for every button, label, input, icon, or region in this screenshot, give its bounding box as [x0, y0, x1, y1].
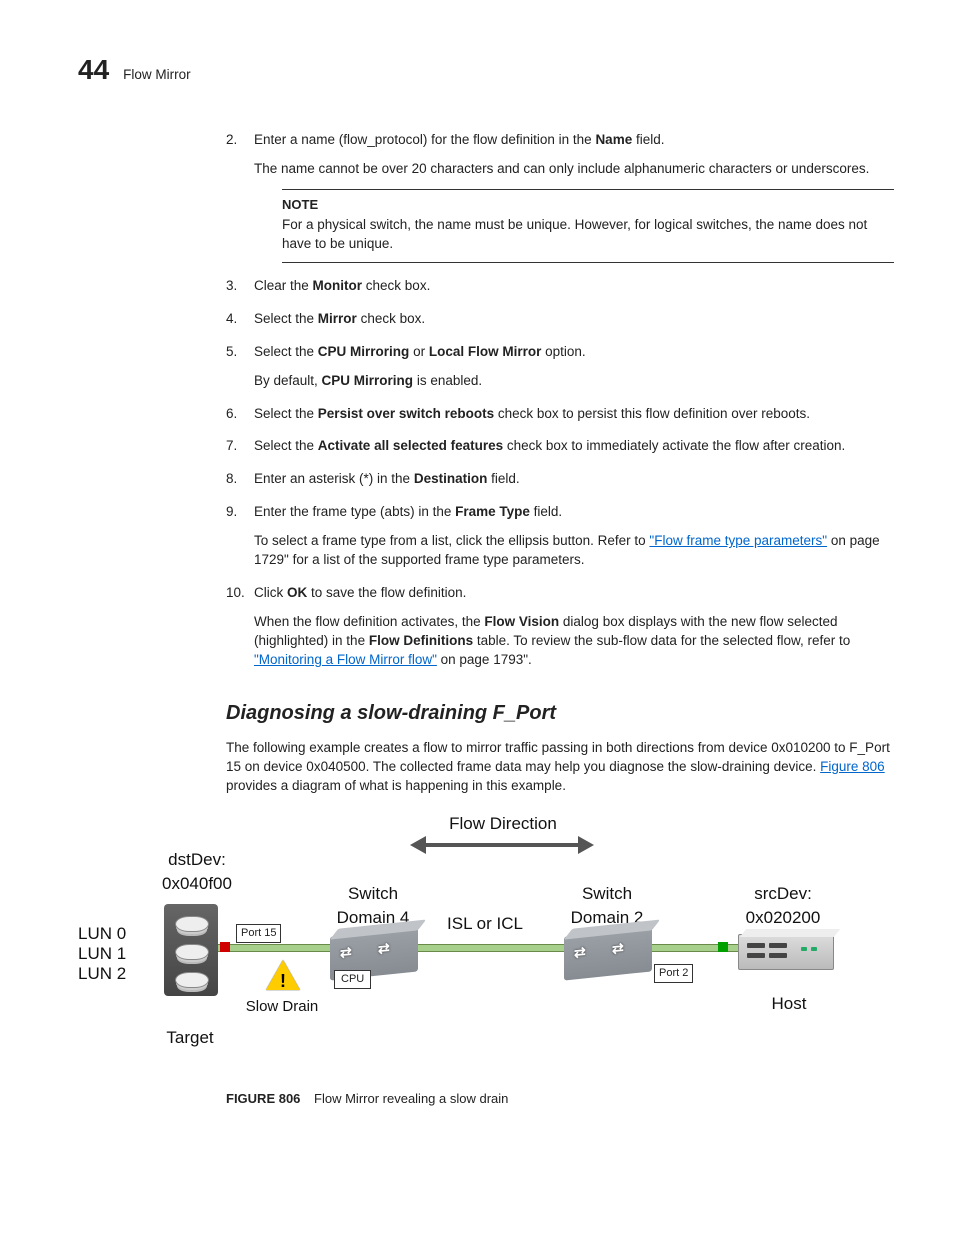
step-text: Clear the Monitor check box.: [254, 278, 430, 293]
host-icon: [738, 934, 834, 970]
figure-806-diagram: Flow Direction dstDev: 0x040f00 LUN 0 LU…: [78, 812, 878, 1072]
step-detail: When the flow definition activates, the …: [254, 613, 894, 670]
isl-label: ISL or ICL: [440, 912, 530, 936]
section-title: Flow Mirror: [123, 66, 191, 85]
target-label: Target: [160, 1026, 220, 1050]
step-num: 9.: [226, 503, 237, 522]
step-text: Enter an asterisk (*) in the Destination…: [254, 471, 520, 486]
subsection-paragraph: The following example creates a flow to …: [226, 739, 894, 796]
step-num: 2.: [226, 131, 237, 150]
slow-drain-label: Slow Drain: [238, 996, 326, 1017]
step-text: Select the Activate all selected feature…: [254, 438, 845, 453]
figure-caption-text: Flow Mirror revealing a slow drain: [314, 1091, 508, 1106]
step-detail: To select a frame type from a list, clic…: [254, 532, 894, 570]
step-6: 6. Select the Persist over switch reboot…: [226, 405, 894, 424]
step-text: Enter the frame type (abts) in the Frame…: [254, 504, 562, 519]
step-text: Select the CPU Mirroring or Local Flow M…: [254, 344, 586, 359]
step-num: 6.: [226, 405, 237, 424]
figure-label: FIGURE 806: [226, 1091, 300, 1106]
red-port-icon: [220, 942, 230, 952]
step-text: Select the Persist over switch reboots c…: [254, 406, 810, 421]
cpu-label: CPU: [334, 970, 371, 989]
switch2-icon: ⇄ ⇄: [564, 927, 652, 980]
note-box: NOTE For a physical switch, the name mus…: [282, 189, 894, 263]
step-list: 2. Enter a name (flow_protocol) for the …: [226, 131, 894, 669]
step-7: 7. Select the Activate all selected feat…: [226, 437, 894, 456]
arrow-left-icon: [410, 836, 426, 854]
step-text: Select the Mirror check box.: [254, 311, 425, 326]
step-num: 5.: [226, 343, 237, 362]
flow-frame-type-link[interactable]: "Flow frame type parameters": [649, 533, 827, 548]
main-content: 2. Enter a name (flow_protocol) for the …: [226, 131, 894, 796]
host-label: Host: [764, 992, 814, 1016]
flow-direction-arrow: [426, 843, 578, 847]
step-8: 8. Enter an asterisk (*) in the Destinat…: [226, 470, 894, 489]
dstdev-label: dstDev: 0x040f00: [152, 848, 242, 896]
step-detail: The name cannot be over 20 characters an…: [254, 160, 894, 179]
subsection-heading: Diagnosing a slow-draining F_Port: [226, 683, 894, 727]
page-header: 44 Flow Mirror: [78, 50, 894, 89]
step-num: 7.: [226, 437, 237, 456]
step-text: Click OK to save the flow definition.: [254, 585, 466, 600]
step-num: 10.: [226, 584, 245, 603]
srcdev-label: srcDev: 0x020200: [738, 882, 828, 930]
step-10: 10. Click OK to save the flow definition…: [226, 584, 894, 670]
step-4: 4. Select the Mirror check box.: [226, 310, 894, 329]
step-detail: By default, CPU Mirroring is enabled.: [254, 372, 894, 391]
target-storage-icon: [164, 904, 218, 996]
port2-label: Port 2: [654, 964, 693, 983]
link-switch2-host: [652, 944, 744, 952]
link-isl: [418, 944, 568, 952]
arrow-right-icon: [578, 836, 594, 854]
figure-caption: FIGURE 806 Flow Mirror revealing a slow …: [226, 1090, 894, 1108]
green-port-icon: [718, 942, 728, 952]
link-target-switch4: [218, 944, 334, 952]
monitoring-flow-link[interactable]: "Monitoring a Flow Mirror flow": [254, 652, 437, 667]
page-number: 44: [78, 50, 109, 89]
warning-icon: [266, 960, 300, 990]
step-text: Enter a name (flow_protocol) for the flo…: [254, 132, 665, 147]
flow-direction-label: Flow Direction: [438, 812, 568, 836]
step-num: 4.: [226, 310, 237, 329]
lun2-label: LUN 2: [78, 962, 126, 986]
port15-label: Port 15: [236, 924, 281, 943]
step-3: 3. Clear the Monitor check box.: [226, 277, 894, 296]
step-5: 5. Select the CPU Mirroring or Local Flo…: [226, 343, 894, 391]
step-num: 3.: [226, 277, 237, 296]
note-label: NOTE: [282, 196, 894, 214]
step-2: 2. Enter a name (flow_protocol) for the …: [226, 131, 894, 263]
note-text: For a physical switch, the name must be …: [282, 216, 894, 254]
figure-806-link[interactable]: Figure 806: [820, 759, 885, 774]
step-9: 9. Enter the frame type (abts) in the Fr…: [226, 503, 894, 570]
step-num: 8.: [226, 470, 237, 489]
